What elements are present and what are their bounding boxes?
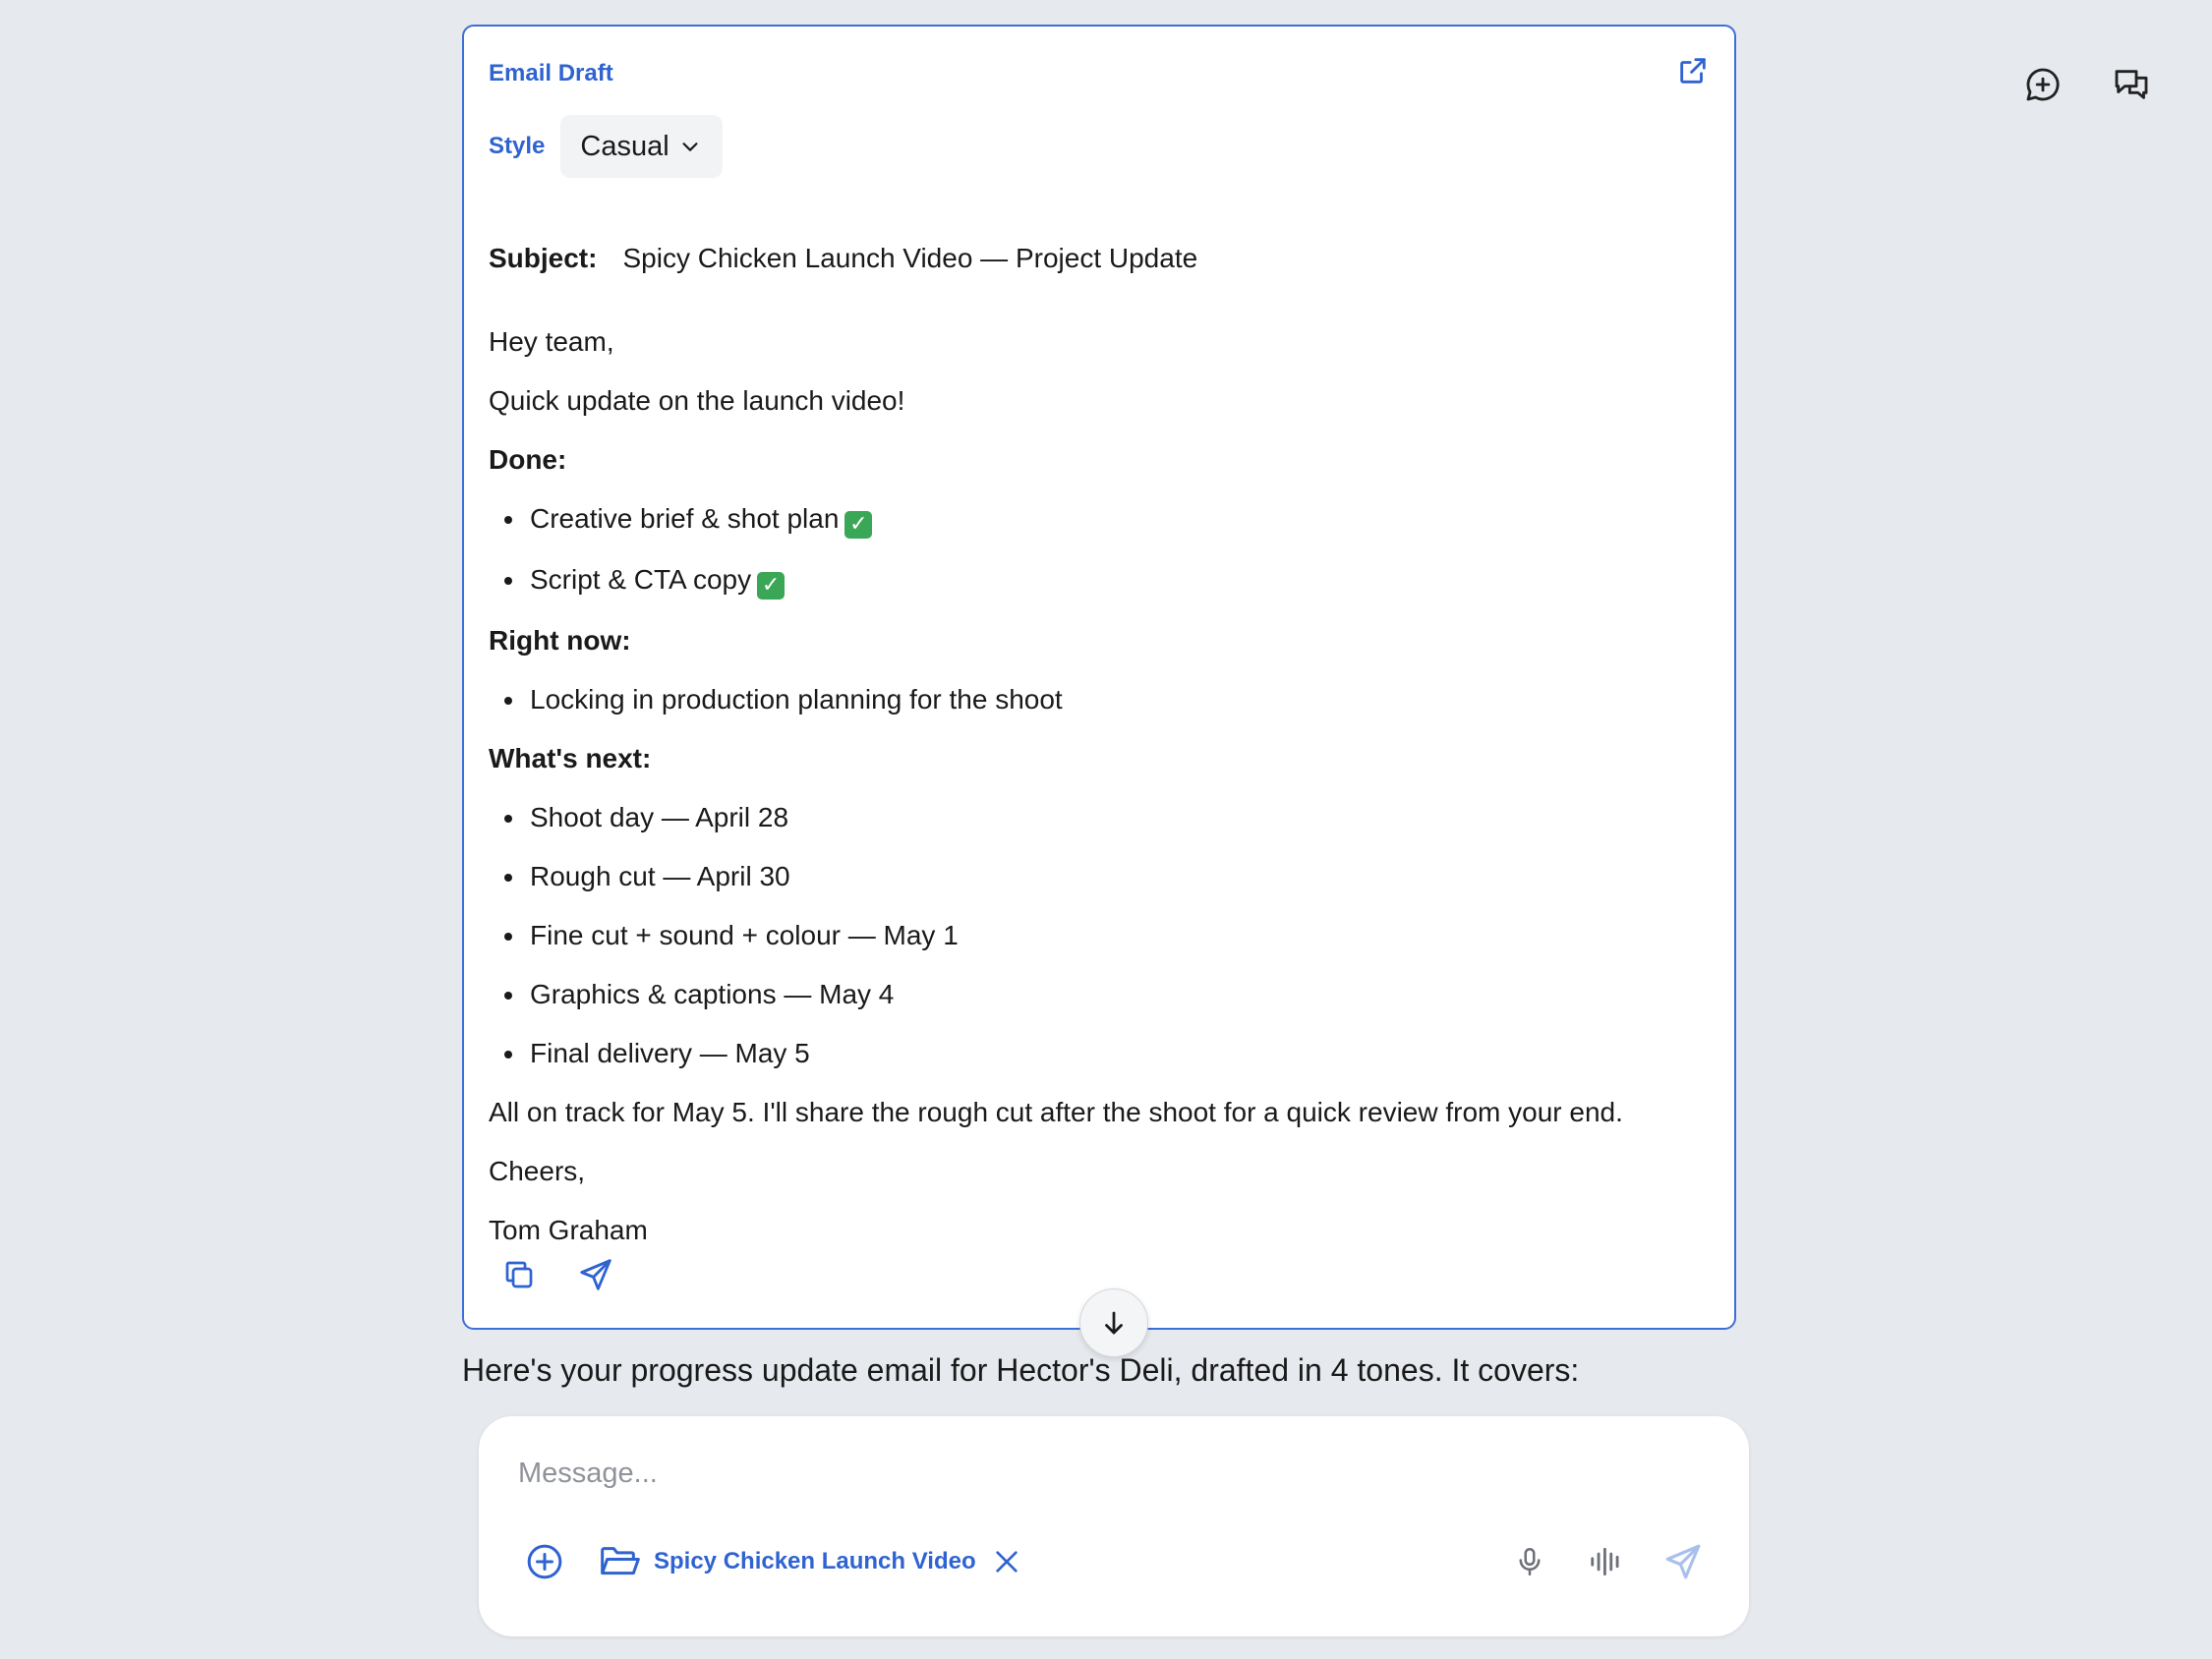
new-chat-icon[interactable] bbox=[2021, 63, 2065, 106]
style-dropdown[interactable]: Casual bbox=[560, 115, 723, 178]
message-composer: Spicy Chicken Launch Video bbox=[479, 1416, 1749, 1636]
style-value: Casual bbox=[580, 130, 669, 162]
top-toolbar bbox=[2021, 63, 2153, 106]
composer-left-controls: Spicy Chicken Launch Video bbox=[524, 1541, 1023, 1582]
signoff: Cheers, bbox=[489, 1156, 586, 1186]
message-input[interactable] bbox=[518, 1446, 1600, 1501]
subject-line: Subject: Spicy Chicken Launch Video — Pr… bbox=[489, 241, 1710, 276]
subject-label: Subject: bbox=[489, 243, 598, 273]
closing-text: All on track for May 5. I'll share the r… bbox=[489, 1097, 1623, 1127]
list-item: Graphics & captions — May 4 bbox=[489, 977, 1710, 1012]
list-item: Creative brief & shot plan ✓ bbox=[489, 501, 1710, 539]
scroll-down-button[interactable] bbox=[1079, 1288, 1148, 1357]
conversations-icon[interactable] bbox=[2110, 63, 2153, 106]
arrow-down-icon bbox=[1105, 1311, 1123, 1335]
done-list: Creative brief & shot plan ✓ Script & CTA… bbox=[489, 501, 1710, 600]
subject-text: Spicy Chicken Launch Video — Project Upd… bbox=[622, 243, 1198, 273]
style-row: Style Casual bbox=[489, 115, 723, 178]
project-label: Spicy Chicken Launch Video bbox=[654, 1548, 976, 1574]
style-label: Style bbox=[489, 133, 546, 159]
card-title: Email Draft bbox=[489, 60, 613, 86]
check-mark-icon: ✓ bbox=[757, 572, 786, 600]
assistant-summary-text: Here's your progress update email for He… bbox=[462, 1352, 1580, 1388]
composer-right-controls bbox=[1509, 1541, 1704, 1582]
list-item: Script & CTA copy ✓ bbox=[489, 562, 1710, 600]
next-heading: What's next: bbox=[489, 743, 652, 773]
check-mark-icon: ✓ bbox=[844, 511, 873, 539]
card-actions bbox=[499, 1255, 615, 1294]
right-now-heading: Right now: bbox=[489, 625, 631, 656]
voice-waveform-icon[interactable] bbox=[1586, 1541, 1627, 1582]
project-chip[interactable]: Spicy Chicken Launch Video bbox=[599, 1542, 976, 1581]
chevron-down-icon bbox=[682, 143, 698, 151]
list-item: Final delivery — May 5 bbox=[489, 1036, 1710, 1071]
send-email-icon[interactable] bbox=[576, 1255, 615, 1294]
folder-icon bbox=[601, 1547, 640, 1575]
add-attachment-icon[interactable] bbox=[524, 1541, 565, 1582]
list-item: Locking in production planning for the s… bbox=[489, 682, 1710, 717]
right-now-list: Locking in production planning for the s… bbox=[489, 682, 1710, 717]
open-external-icon[interactable] bbox=[1676, 54, 1710, 87]
done-heading: Done: bbox=[489, 444, 567, 475]
email-draft-card: Email Draft Style Casual Subject: Spicy … bbox=[462, 25, 1736, 1330]
close-icon[interactable] bbox=[990, 1545, 1023, 1578]
microphone-icon[interactable] bbox=[1509, 1541, 1550, 1582]
greeting: Hey team, bbox=[489, 326, 614, 357]
intro-text: Quick update on the launch video! bbox=[489, 385, 905, 416]
list-item: Rough cut — April 30 bbox=[489, 859, 1710, 894]
email-body: Subject: Spicy Chicken Launch Video — Pr… bbox=[489, 241, 1710, 1248]
list-item: Fine cut + sound + colour — May 1 bbox=[489, 918, 1710, 953]
list-item: Shoot day — April 28 bbox=[489, 800, 1710, 835]
signature: Tom Graham bbox=[489, 1215, 648, 1245]
copy-icon[interactable] bbox=[499, 1255, 539, 1294]
next-list: Shoot day — April 28 Rough cut — April 3… bbox=[489, 800, 1710, 1071]
send-message-icon[interactable] bbox=[1662, 1541, 1704, 1582]
card-header: Email Draft bbox=[489, 58, 1710, 87]
